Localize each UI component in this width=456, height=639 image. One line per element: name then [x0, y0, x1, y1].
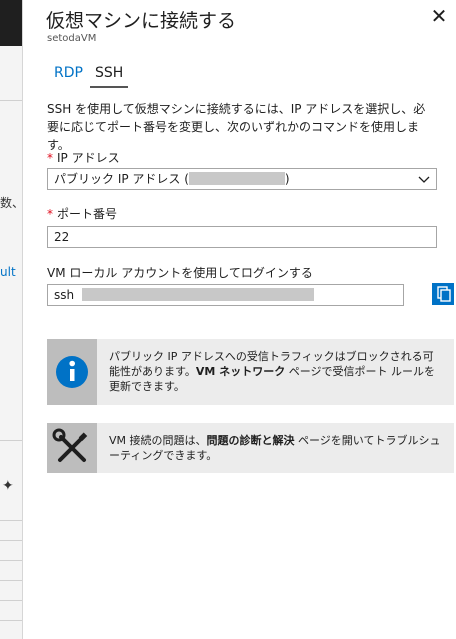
- background-divider: [0, 560, 22, 561]
- close-icon[interactable]: ✕: [428, 5, 450, 27]
- ip-address-dropdown[interactable]: パブリック IP アドレス (): [47, 168, 437, 190]
- blade-title: 仮想マシンに接続する: [46, 10, 237, 32]
- background-divider: [0, 620, 22, 621]
- background-link-fragment[interactable]: ult: [0, 265, 16, 279]
- required-mark: *: [47, 151, 53, 165]
- redacted-ip: [188, 172, 285, 185]
- info-text-part: VM 接続の問題は、: [109, 434, 207, 447]
- tab-ssh[interactable]: SSH: [90, 60, 129, 88]
- tools-icon-tile: [47, 423, 97, 473]
- copy-icon: [437, 286, 451, 302]
- info-notice-inbound-traffic: パブリック IP アドレスへの受信トラフィックはブロックされる可能性があります。…: [47, 339, 454, 405]
- info-icon-tile: [47, 339, 97, 405]
- port-input[interactable]: 22: [47, 226, 437, 248]
- diagnose-solve-link[interactable]: 問題の診断と解決: [207, 434, 295, 447]
- required-mark: *: [47, 207, 53, 221]
- command-label: VM ローカル アカウントを使用してログインする: [47, 266, 313, 280]
- chevron-down-icon: [418, 176, 430, 183]
- wrench-screwdriver-icon: [52, 428, 88, 462]
- background-divider: [0, 100, 22, 101]
- background-portal-strip: 数、 ult ✦: [0, 0, 25, 639]
- ip-address-label-text: IP アドレス: [57, 151, 120, 165]
- ip-selected-prefix: パブリック IP アドレス (: [54, 172, 189, 186]
- ssh-command-field[interactable]: ssh: [47, 284, 404, 306]
- info-notice-troubleshoot: VM 接続の問題は、問題の診断と解決 ページを開いてトラブルシューティングできま…: [47, 423, 454, 473]
- background-text-fragment: 数、: [0, 196, 25, 210]
- port-value: 22: [54, 230, 70, 244]
- info-icon: [56, 356, 88, 388]
- info-notice-text: パブリック IP アドレスへの受信トラフィックはブロックされる可能性があります。…: [109, 349, 444, 394]
- background-divider: [0, 600, 22, 601]
- port-label-text: ポート番号: [57, 207, 118, 221]
- ip-address-label: * IP アドレス: [47, 149, 120, 166]
- background-divider: [0, 580, 22, 581]
- ssh-command-prefix: ssh: [54, 288, 75, 302]
- ip-selected-suffix: ): [284, 172, 290, 186]
- port-label: * ポート番号: [47, 205, 117, 222]
- connect-blade: 仮想マシンに接続する setodaVM ✕ RDP SSH SSH を使用して仮…: [23, 0, 456, 639]
- copy-button[interactable]: [432, 283, 454, 305]
- background-divider: [0, 520, 22, 521]
- troubleshoot-notice-text: VM 接続の問題は、問題の診断と解決 ページを開いてトラブルシューティングできま…: [109, 433, 444, 463]
- vm-network-link[interactable]: VM ネットワーク: [196, 365, 285, 378]
- tab-rdp[interactable]: RDP: [54, 60, 83, 86]
- background-top-bar: [0, 0, 22, 46]
- pin-icon[interactable]: ✦: [2, 478, 14, 494]
- background-divider: [0, 440, 22, 441]
- background-divider: [0, 540, 22, 541]
- redacted-command: [81, 288, 314, 301]
- blade-subtitle: setodaVM: [47, 33, 97, 44]
- ssh-description: SSH を使用して仮想マシンに接続するには、IP アドレスを選択し、必要に応じて…: [47, 102, 426, 152]
